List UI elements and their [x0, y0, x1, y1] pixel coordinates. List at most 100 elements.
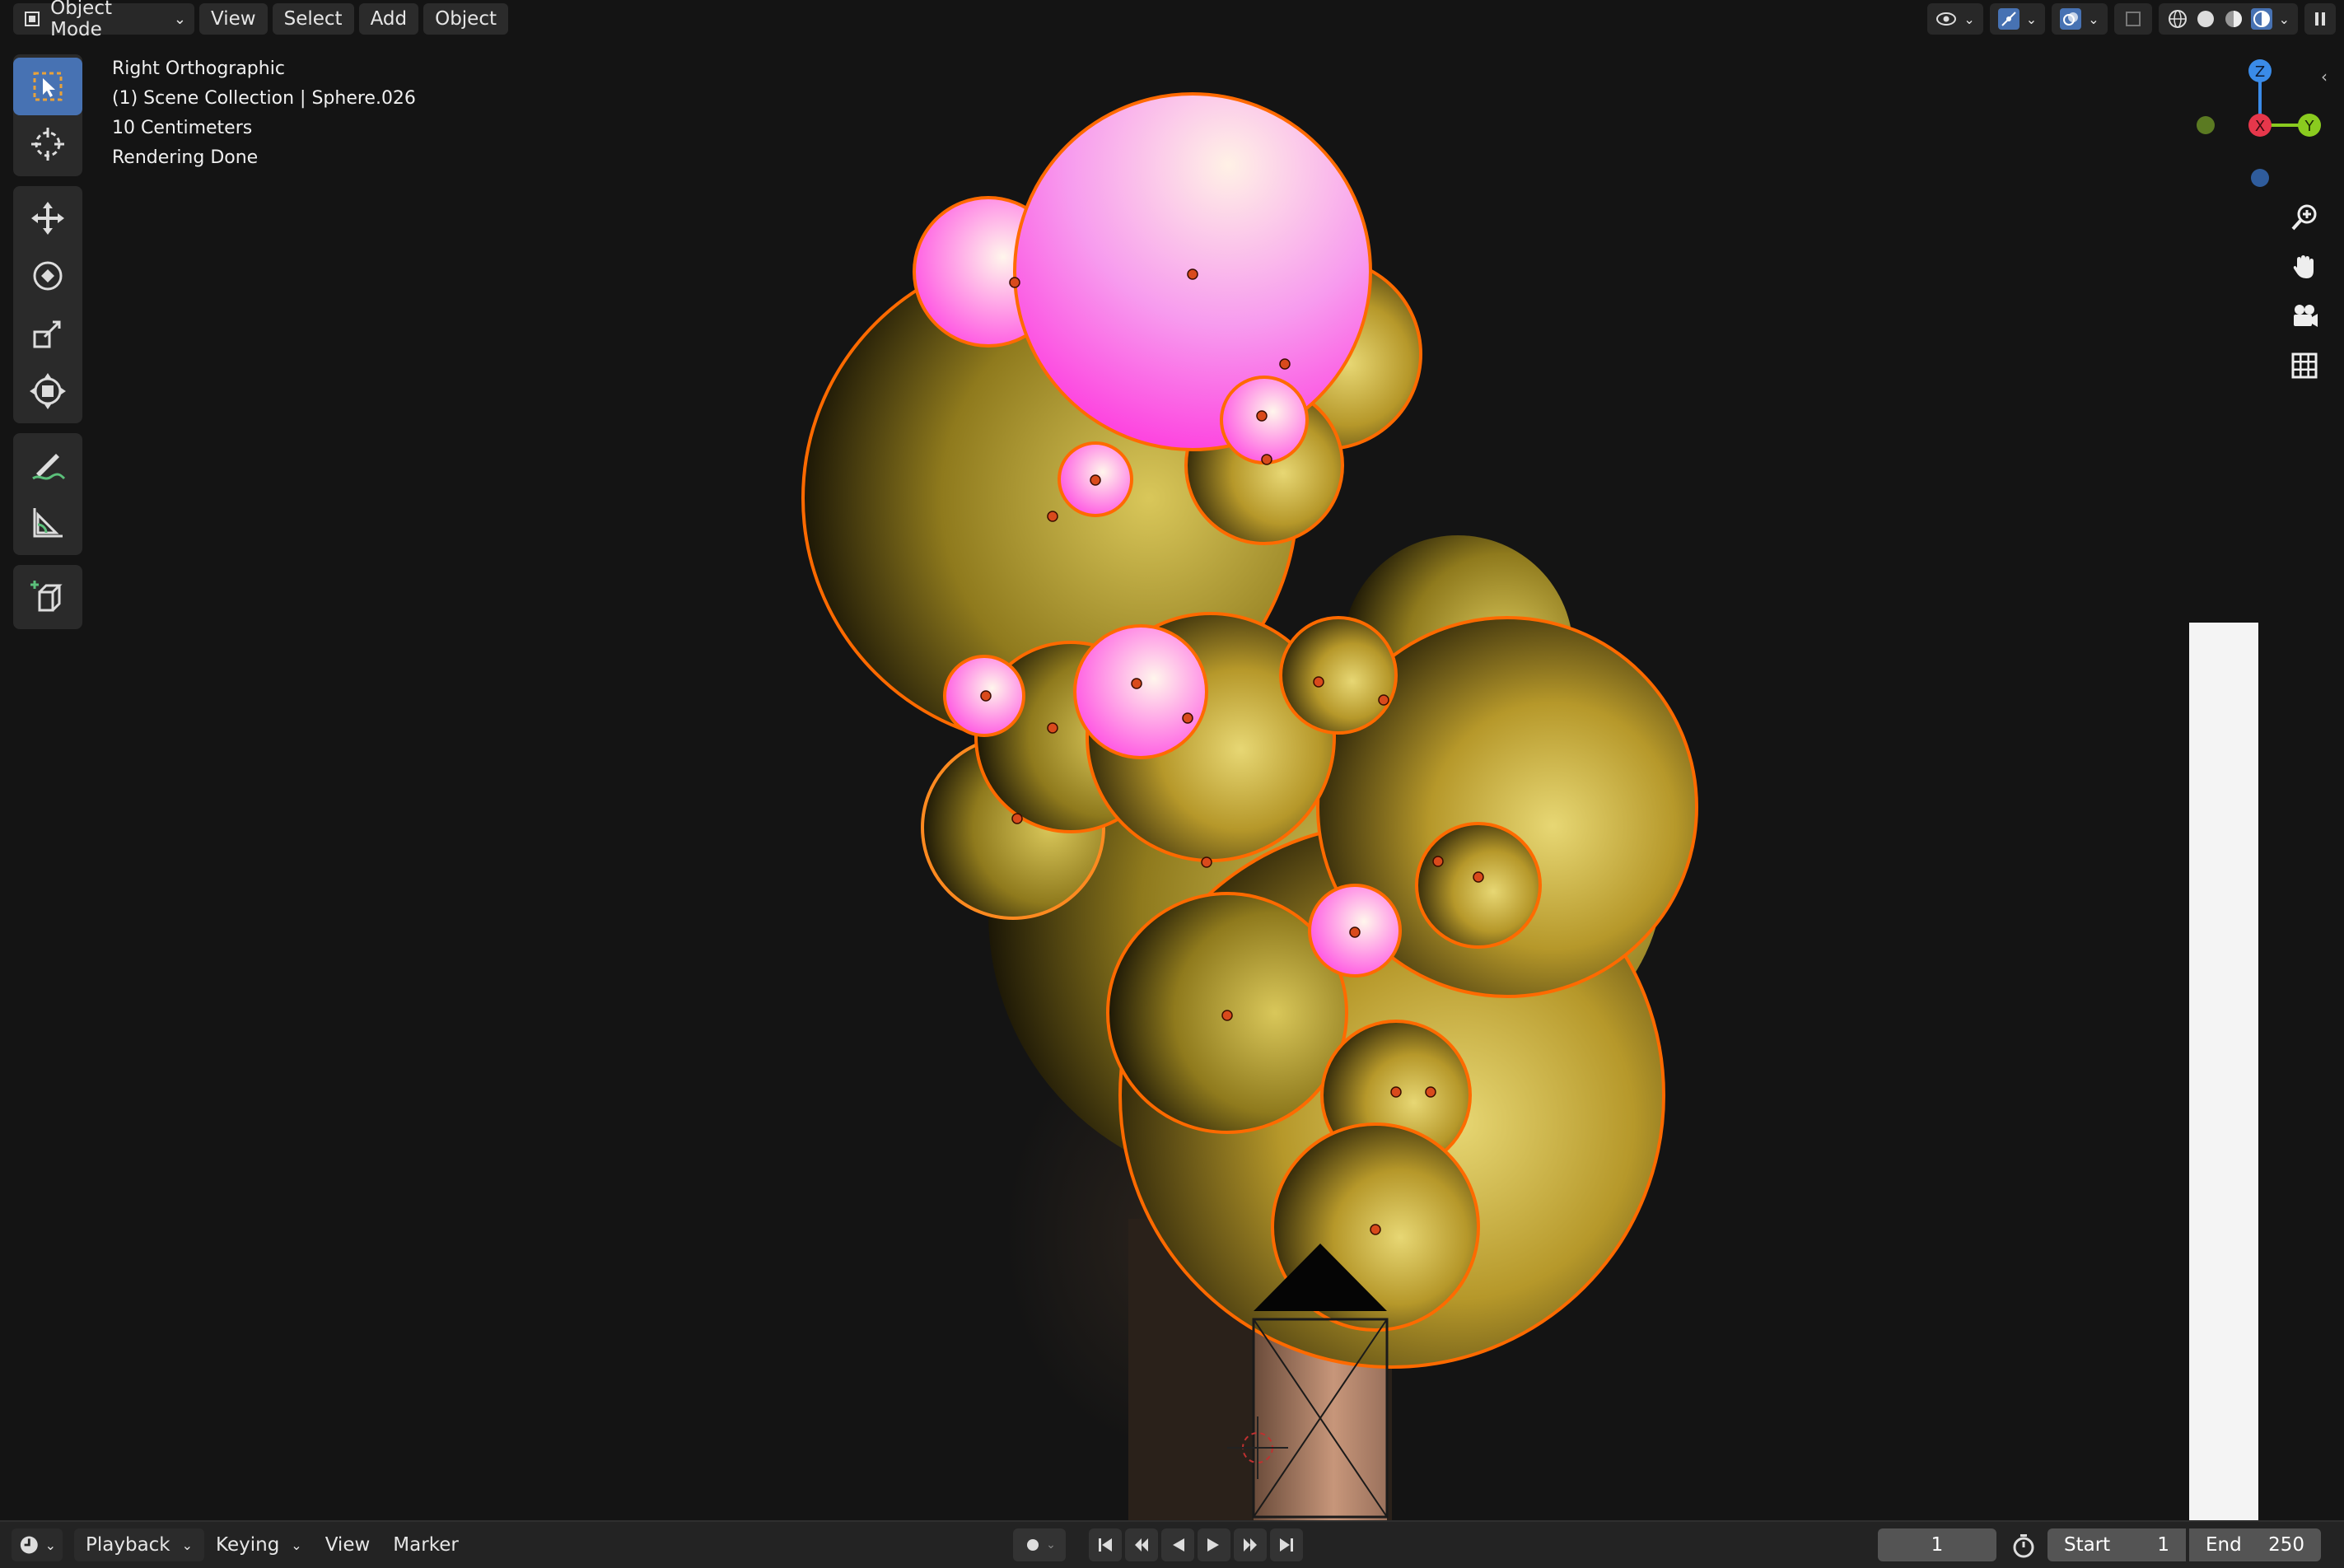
overlays-dropdown[interactable]: ⌄: [2052, 3, 2108, 35]
annotate-icon: [32, 454, 66, 480]
tool-group-add: [13, 565, 82, 629]
jump-end-icon: [1280, 1538, 1293, 1552]
stopwatch-icon[interactable]: [2010, 1532, 2038, 1560]
scale-icon: [33, 320, 61, 348]
next-keyframe-icon: [1244, 1538, 1257, 1552]
chevron-down-icon: ⌄: [44, 1537, 56, 1553]
jump-start-icon: [1099, 1538, 1112, 1552]
navigation-gizmo[interactable]: Z Y X ‹: [2174, 54, 2331, 194]
axis-neg-z-icon[interactable]: [2251, 169, 2269, 187]
cursor-tool[interactable]: [13, 115, 82, 173]
prev-keyframe-icon: [1135, 1538, 1148, 1552]
transform-tool[interactable]: [13, 362, 82, 420]
move-tool[interactable]: [13, 189, 82, 247]
gizmo-dropdown[interactable]: ⌄: [1989, 3, 2046, 35]
navigation-tools: [2281, 194, 2329, 392]
measure-icon: [33, 508, 63, 538]
overlays-icon: [2060, 8, 2082, 30]
select-box-tool[interactable]: [13, 58, 82, 115]
prev-keyframe-button[interactable]: [1125, 1528, 1158, 1561]
camera-view-button[interactable]: [2281, 293, 2328, 339]
viewport-header: Object Mode ⌄ View Select Add Object ⌄ ⌄: [0, 0, 2344, 40]
chevron-down-icon: ⌄: [2025, 11, 2038, 27]
chevron-left-icon[interactable]: ‹: [2321, 67, 2328, 86]
add-cube-icon: [30, 581, 63, 612]
visibility-dropdown[interactable]: ⌄: [1927, 3, 1983, 35]
rotate-icon: [33, 261, 63, 291]
playback-menu[interactable]: Playback ⌄: [74, 1528, 205, 1561]
timeline-header: ⌄ Playback ⌄ Keying ⌄ View Marker ⌄ 1 St…: [0, 1520, 2344, 1568]
scene-render[interactable]: [0, 0, 2344, 1520]
start-frame-field[interactable]: Start 1: [2047, 1528, 2186, 1561]
pause-render-button[interactable]: [2304, 3, 2336, 35]
view-name: Right Orthographic: [112, 58, 285, 79]
end-value: 250: [2268, 1534, 2304, 1556]
keying-menu[interactable]: Keying ⌄: [204, 1528, 314, 1561]
3d-viewport[interactable]: Object Mode ⌄ View Select Add Object ⌄ ⌄: [0, 0, 2344, 1520]
collection-info: (1) Scene Collection | Sphere.026: [112, 88, 416, 109]
end-label: End: [2206, 1534, 2242, 1556]
cursor-icon: [31, 128, 64, 161]
record-icon: [1027, 1539, 1039, 1551]
scale-tool[interactable]: [13, 305, 82, 362]
tool-group-select: [13, 54, 82, 176]
gizmo-icon: [1997, 8, 2019, 30]
editor-type-dropdown[interactable]: ⌄: [12, 1528, 63, 1561]
transform-icon: [30, 373, 66, 409]
grid-icon: [2291, 352, 2318, 379]
play-reverse-button[interactable]: [1161, 1528, 1194, 1561]
chevron-down-icon: ⌄: [2088, 11, 2099, 27]
chevron-down-icon: ⌄: [1963, 11, 1975, 27]
object-mode-label: Object Mode: [50, 0, 113, 40]
render-status: Rendering Done: [112, 147, 259, 168]
menu-select[interactable]: Select: [272, 3, 354, 35]
play-button[interactable]: [1198, 1528, 1230, 1561]
menu-view[interactable]: View: [199, 3, 268, 35]
xray-toggle[interactable]: [2113, 3, 2152, 35]
end-frame-field[interactable]: End 250: [2189, 1528, 2321, 1561]
object-mode-icon: [21, 8, 42, 30]
axis-z-label: Z: [2255, 63, 2265, 81]
tool-group-annotate: [13, 433, 82, 555]
pan-button[interactable]: [2281, 244, 2328, 290]
eye-icon: [1935, 8, 1957, 30]
ortho-toggle-button[interactable]: [2281, 343, 2328, 389]
rendered-shading-icon[interactable]: [2250, 8, 2272, 30]
menu-add[interactable]: Add: [358, 3, 419, 35]
material-shading-icon[interactable]: [2223, 8, 2244, 30]
next-keyframe-button[interactable]: [1234, 1528, 1267, 1561]
wireframe-shading-icon[interactable]: [2167, 8, 2188, 30]
jump-end-button[interactable]: [1270, 1528, 1303, 1561]
transport-controls: ⌄: [1013, 1528, 1303, 1561]
clock-icon: [20, 1536, 38, 1554]
start-value: 1: [2157, 1534, 2169, 1556]
solid-shading-icon[interactable]: [2195, 8, 2216, 30]
select-box-icon: [33, 72, 63, 101]
add-cube-tool[interactable]: [13, 568, 82, 626]
shading-modes: ⌄: [2158, 3, 2298, 35]
chevron-down-icon: ⌄: [2278, 11, 2290, 27]
current-frame-field[interactable]: 1: [1878, 1528, 1996, 1561]
pause-icon: [2309, 8, 2331, 30]
annotate-tool[interactable]: [13, 436, 82, 494]
auto-keying-toggle[interactable]: ⌄: [1013, 1528, 1066, 1561]
zoom-button[interactable]: [2281, 194, 2328, 240]
jump-start-button[interactable]: [1089, 1528, 1122, 1561]
axis-neg-y-icon[interactable]: [2197, 116, 2215, 134]
chevron-down-icon: ⌄: [291, 1537, 302, 1553]
chevron-down-icon: ⌄: [1046, 1538, 1056, 1552]
measure-tool[interactable]: [13, 494, 82, 552]
tool-group-transform: [13, 186, 82, 423]
object-mode-dropdown[interactable]: Object Mode ⌄: [13, 0, 194, 40]
chevron-down-icon: ⌄: [181, 1537, 194, 1553]
zoom-icon: [2291, 204, 2317, 231]
rotate-tool[interactable]: [13, 247, 82, 305]
xray-icon: [2122, 8, 2144, 30]
hand-icon: [2293, 255, 2314, 278]
chevron-down-icon: ⌄: [173, 10, 186, 28]
marker-menu[interactable]: Marker: [381, 1528, 470, 1561]
menu-object[interactable]: Object: [423, 3, 509, 35]
viewport-info: Right Orthographic (1) Scene Collection …: [112, 54, 416, 173]
timeline-view-menu[interactable]: View: [314, 1528, 382, 1561]
camera-icon: [2294, 305, 2318, 327]
